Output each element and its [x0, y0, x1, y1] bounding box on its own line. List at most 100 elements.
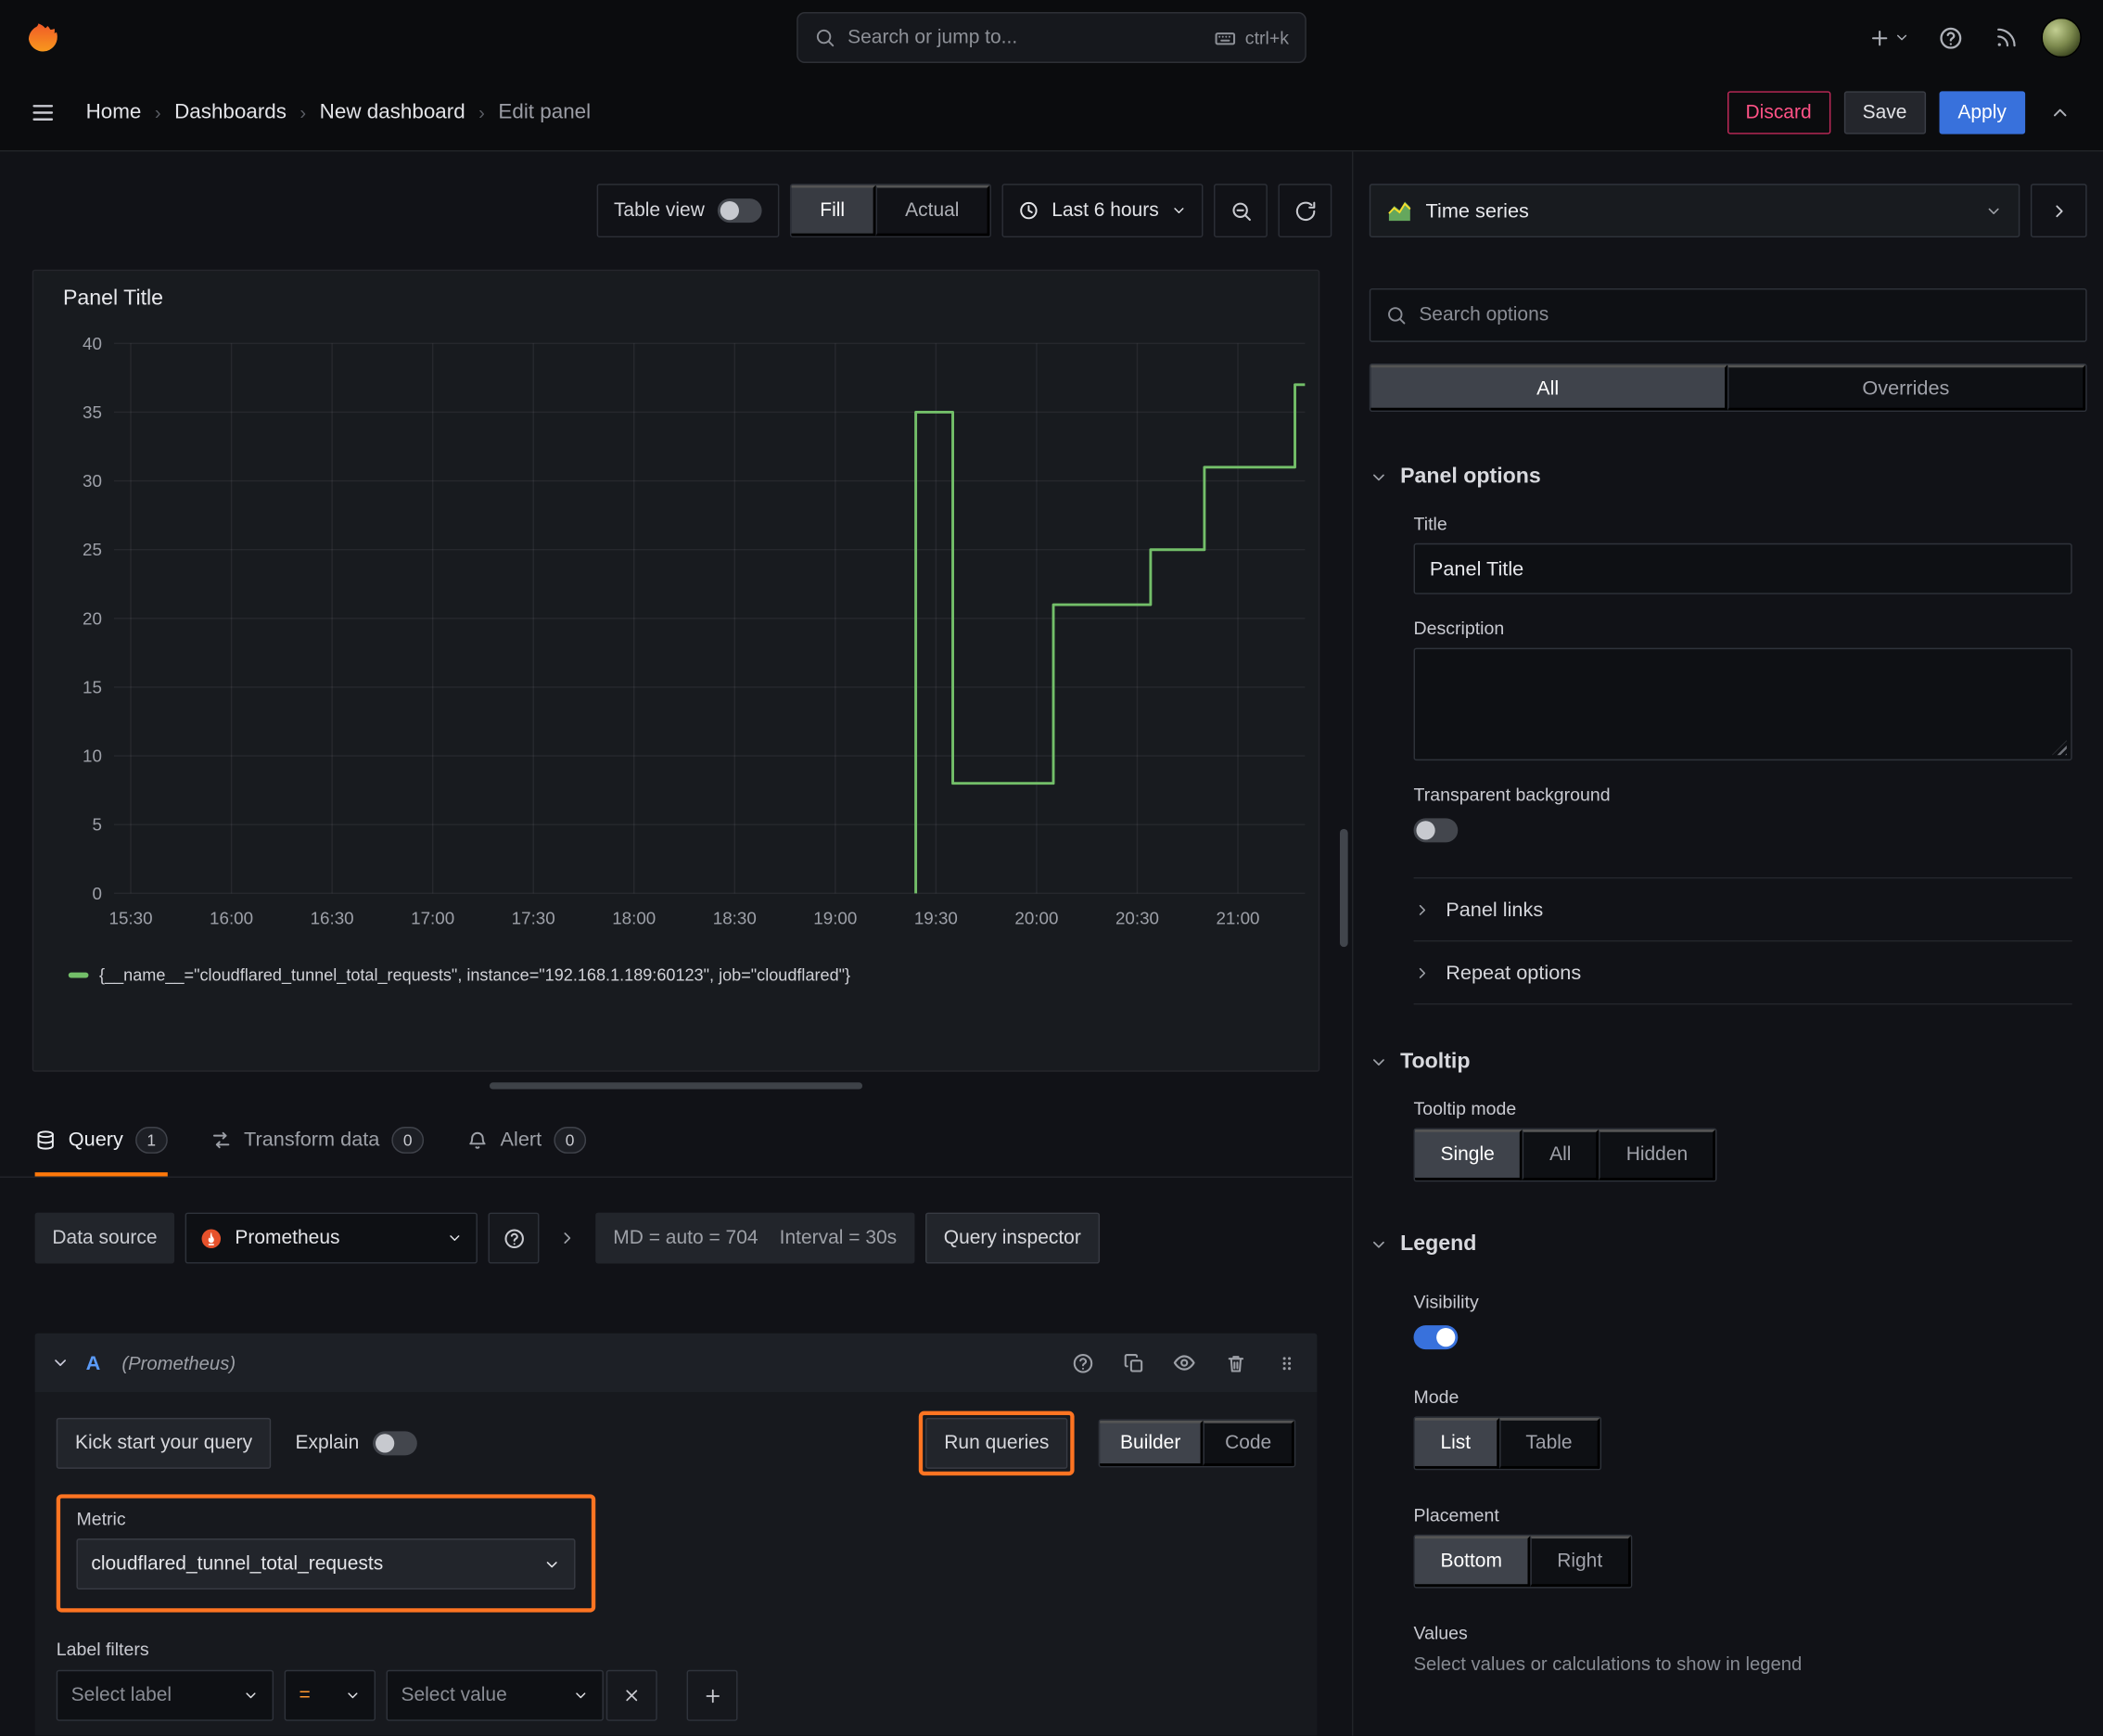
- placement-bottom-option[interactable]: Bottom: [1414, 1536, 1531, 1588]
- tab-overrides[interactable]: Overrides: [1727, 364, 2086, 411]
- visualization-picker[interactable]: Time series: [1369, 184, 2020, 238]
- apply-button[interactable]: Apply: [1939, 91, 2026, 134]
- menu-toggle-button[interactable]: [19, 88, 67, 136]
- run-queries-button[interactable]: Run queries: [925, 1417, 1068, 1469]
- panel-title-input[interactable]: [1413, 542, 2072, 594]
- tab-transform-data[interactable]: Transform data 0: [210, 1103, 425, 1177]
- tooltip-header[interactable]: Tooltip: [1370, 1051, 2087, 1075]
- chart-legend[interactable]: {__name__="cloudflared_tunnel_total_requ…: [55, 955, 1296, 985]
- legend-header[interactable]: Legend: [1370, 1232, 2087, 1257]
- select-label-dropdown[interactable]: Select label: [56, 1669, 274, 1721]
- hamburger-icon: [32, 105, 54, 121]
- metric-select[interactable]: cloudflared_tunnel_total_requests: [76, 1538, 576, 1590]
- repeat-options-section[interactable]: Repeat options: [1413, 939, 2072, 1003]
- query-options-expand-button[interactable]: [550, 1213, 585, 1264]
- table-view-toggle[interactable]: [718, 198, 763, 223]
- transparent-background-toggle[interactable]: [1413, 818, 1459, 843]
- panel-options-body: Title Description Transparent background…: [1370, 514, 2087, 1005]
- chevron-down-icon: [348, 1692, 358, 1699]
- tooltip-hidden-option[interactable]: Hidden: [1599, 1129, 1716, 1181]
- query-options-summary[interactable]: MD = auto = 704 Interval = 30s: [595, 1212, 914, 1264]
- breadcrumb-home[interactable]: Home: [86, 100, 142, 124]
- tooltip-single-option[interactable]: Single: [1414, 1129, 1523, 1181]
- query-inspector-button[interactable]: Query inspector: [924, 1212, 1101, 1264]
- panel-options-header[interactable]: Panel options: [1370, 466, 2087, 490]
- options-search[interactable]: [1369, 287, 2087, 342]
- remove-filter-button[interactable]: [605, 1669, 657, 1721]
- grafana-logo-icon[interactable]: [21, 16, 64, 58]
- hide-response-button[interactable]: [1169, 1337, 1199, 1388]
- pane-resize-handle[interactable]: [489, 1082, 863, 1090]
- datasource-row: Data source Prometheus MD = auto = 704 I…: [0, 1178, 1352, 1264]
- query-row-header[interactable]: A (Prometheus): [34, 1333, 1318, 1393]
- options-search-input[interactable]: [1419, 304, 2071, 326]
- chevron-down-icon: [1373, 1059, 1384, 1066]
- eye-icon: [1173, 1355, 1195, 1371]
- explain-control: Explain: [295, 1431, 417, 1456]
- explain-label: Explain: [295, 1432, 360, 1454]
- time-range-picker[interactable]: Last 6 hours: [1001, 184, 1204, 238]
- datasource-label: Data source: [34, 1212, 175, 1264]
- placement-right-option[interactable]: Right: [1530, 1536, 1631, 1588]
- help-icon: [1073, 1353, 1092, 1372]
- svg-text:25: 25: [83, 540, 102, 559]
- query-editor-toolbar: Kick start your query Explain Run querie…: [56, 1410, 1296, 1476]
- top-nav: ctrl+k: [0, 0, 2103, 76]
- tooltip-all-option[interactable]: All: [1523, 1129, 1600, 1181]
- tab-all-options[interactable]: All: [1370, 364, 1728, 411]
- datasource-help-button[interactable]: [488, 1212, 540, 1264]
- duplicate-query-button[interactable]: [1118, 1337, 1148, 1388]
- chevron-down-icon: [1988, 207, 1999, 214]
- remove-query-button[interactable]: [1220, 1337, 1250, 1388]
- explain-toggle[interactable]: [372, 1431, 417, 1456]
- shortcut-hint: ctrl+k: [1215, 26, 1289, 49]
- avatar[interactable]: [2041, 17, 2082, 58]
- description-textarea[interactable]: [1413, 647, 2072, 761]
- svg-text:19:00: 19:00: [813, 909, 857, 928]
- kick-start-query-button[interactable]: Kick start your query: [56, 1417, 272, 1469]
- code-option[interactable]: Code: [1203, 1420, 1294, 1466]
- collapse-query-icon: [55, 1359, 66, 1366]
- time-series-chart[interactable]: 0 5 10 15 20 25 30 35 40 15:30 16:00 16:30 17:00 17:3…: [55, 325, 1317, 955]
- help-button[interactable]: [1929, 16, 1971, 58]
- new-menu-button[interactable]: [1863, 16, 1915, 58]
- panel-preview: Panel Title 0 5 10 15 20 25 30 35 40 15:30 16:00 16…: [32, 269, 1320, 1072]
- builder-code-group: Builder Code: [1098, 1419, 1296, 1468]
- chevron-down-icon: [1373, 474, 1384, 481]
- legend-visibility-toggle[interactable]: [1413, 1325, 1459, 1350]
- actual-option[interactable]: Actual: [875, 185, 990, 236]
- table-view-label: Table view: [613, 199, 705, 222]
- discard-button[interactable]: Discard: [1727, 91, 1830, 134]
- keyboard-icon: [1215, 26, 1238, 49]
- resize-handle[interactable]: [2052, 740, 2067, 756]
- run-queries-highlight: Run queries: [918, 1410, 1075, 1476]
- global-search-bar[interactable]: ctrl+k: [797, 12, 1306, 63]
- tab-alert[interactable]: Alert 0: [466, 1103, 586, 1177]
- select-value-dropdown[interactable]: Select value: [386, 1669, 604, 1721]
- legend-table-option[interactable]: Table: [1498, 1417, 1600, 1469]
- query-help-button[interactable]: [1067, 1337, 1097, 1388]
- breadcrumb-separator: ›: [154, 101, 161, 124]
- tab-query[interactable]: Query 1: [34, 1103, 168, 1177]
- panel-links-section[interactable]: Panel links: [1413, 876, 2072, 940]
- news-button[interactable]: [1985, 16, 2028, 58]
- breadcrumb-dashboards[interactable]: Dashboards: [174, 100, 287, 124]
- save-button[interactable]: Save: [1843, 91, 1926, 134]
- fill-actual-group: Fill Actual: [790, 184, 992, 238]
- left-pane-scrollbar[interactable]: [1339, 828, 1348, 948]
- svg-text:20:00: 20:00: [1014, 909, 1058, 928]
- drag-query-handle[interactable]: [1271, 1337, 1301, 1388]
- operator-dropdown[interactable]: =: [284, 1669, 376, 1721]
- refresh-button[interactable]: [1278, 184, 1332, 238]
- table-view-control[interactable]: Table view: [596, 184, 780, 238]
- zoom-out-button[interactable]: [1214, 184, 1268, 238]
- fill-option[interactable]: Fill: [791, 185, 876, 236]
- breadcrumb-new-dashboard[interactable]: New dashboard: [320, 100, 465, 124]
- add-filter-button[interactable]: [686, 1669, 738, 1721]
- datasource-picker[interactable]: Prometheus: [185, 1212, 478, 1264]
- collapse-header-button[interactable]: [2039, 91, 2082, 134]
- global-search-input[interactable]: [848, 26, 1203, 49]
- close-options-pane-button[interactable]: [2030, 184, 2087, 238]
- builder-option[interactable]: Builder: [1100, 1420, 1204, 1466]
- legend-list-option[interactable]: List: [1414, 1417, 1499, 1469]
